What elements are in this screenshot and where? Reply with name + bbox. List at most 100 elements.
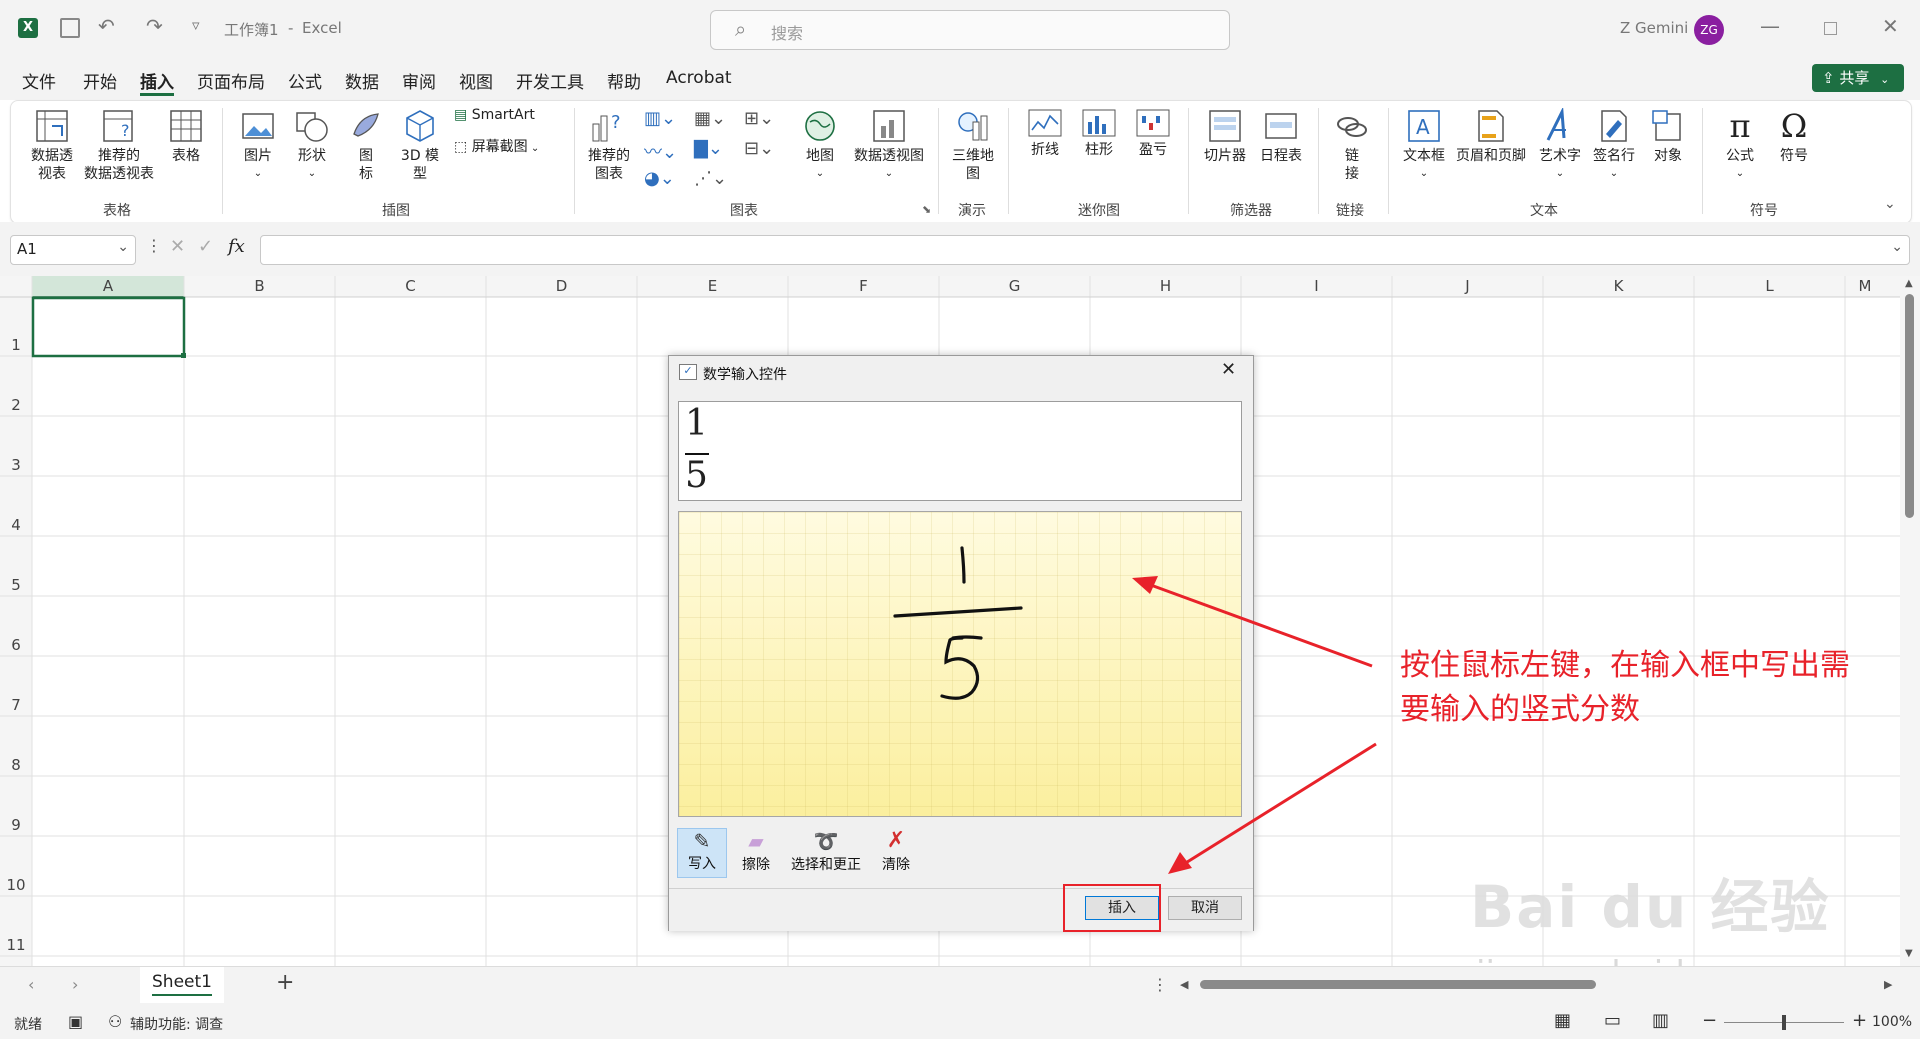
statistic-chart-icon[interactable]: ▇⌄ — [694, 138, 723, 159]
scroll-right-icon[interactable]: ▶ — [1884, 978, 1892, 991]
user-name[interactable]: Z Gemini — [1620, 19, 1688, 37]
select-correct-tool-button[interactable]: ➰ 选择和更正 — [784, 828, 868, 874]
formula-input[interactable]: ⌄ — [260, 235, 1910, 265]
zoom-out-icon[interactable]: − — [1702, 1010, 1717, 1031]
timeline-button[interactable]: 日程表 — [1254, 108, 1308, 165]
column-header[interactable]: I — [1241, 276, 1392, 297]
close-icon[interactable]: ✕ — [1221, 359, 1236, 380]
more-options-icon[interactable]: ⋮ — [146, 236, 162, 255]
scroll-left-icon[interactable]: ◀ — [1180, 978, 1188, 991]
page-break-view-icon[interactable]: ▥ — [1652, 1010, 1669, 1031]
hierarchy-chart-icon[interactable]: ▦⌄ — [694, 108, 726, 129]
row-header[interactable]: 9 — [0, 816, 32, 834]
pie-chart-icon[interactable]: ◕⌄ — [644, 168, 675, 189]
sparkline-winloss-button[interactable]: 盈亏 — [1130, 108, 1176, 159]
tab-acrobat[interactable]: Acrobat — [666, 68, 732, 88]
sheet-tab-sheet1[interactable]: Sheet1 — [140, 967, 224, 1003]
tab-data[interactable]: 数据 — [345, 68, 379, 93]
column-header[interactable]: F — [788, 276, 939, 297]
ribbon-collapse-icon[interactable]: ⌄ — [1884, 196, 1896, 212]
tab-formulas[interactable]: 公式 — [288, 68, 322, 93]
column-header[interactable]: L — [1694, 276, 1845, 297]
maps-button[interactable]: 地图 ⌄ — [796, 108, 844, 183]
insert-function-icon[interactable]: fx — [228, 236, 245, 257]
write-tool-button[interactable]: ✎ 写入 — [677, 828, 727, 878]
row-header[interactable]: 8 — [0, 756, 32, 774]
undo-icon[interactable]: ↶ — [98, 14, 115, 38]
scrollbar-thumb[interactable] — [1905, 294, 1914, 518]
icons-button[interactable]: 图 标 — [346, 108, 386, 183]
wordart-button[interactable]: 艺术字 ⌄ — [1534, 108, 1586, 183]
tab-home[interactable]: 开始 — [83, 68, 117, 93]
close-window-icon[interactable]: ✕ — [1882, 14, 1899, 38]
name-box[interactable]: A1 ⌄ — [10, 235, 136, 265]
sparkline-column-button[interactable]: 柱形 — [1076, 108, 1122, 159]
zoom-in-icon[interactable]: + — [1852, 1010, 1867, 1031]
tab-review[interactable]: 审阅 — [402, 68, 436, 93]
zoom-level[interactable]: 100% — [1872, 1014, 1912, 1030]
row-header[interactable]: 4 — [0, 516, 32, 534]
horizontal-scrollbar[interactable]: ◀ ▶ — [1180, 977, 1896, 993]
avatar[interactable]: ZG — [1694, 15, 1724, 45]
row-header[interactable]: 1 — [0, 336, 32, 354]
tab-page-layout[interactable]: 页面布局 — [197, 68, 265, 93]
3d-model-button[interactable]: 3D 模 型 — [396, 108, 444, 183]
tab-help[interactable]: 帮助 — [607, 68, 641, 93]
vertical-scrollbar[interactable]: ▲ ▼ — [1900, 276, 1920, 966]
redo-icon[interactable]: ↷ — [146, 14, 163, 38]
column-header[interactable]: K — [1543, 276, 1694, 297]
column-chart-icon[interactable]: ▥⌄ — [644, 108, 676, 129]
recommended-charts-button[interactable]: ? 推荐的 图表 — [584, 108, 634, 183]
tab-insert[interactable]: 插入 — [140, 68, 174, 93]
add-sheet-button[interactable]: + — [276, 970, 294, 995]
restore-icon[interactable] — [1824, 22, 1837, 35]
signature-line-button[interactable]: 签名行 ⌄ — [1588, 108, 1640, 183]
equation-button[interactable]: π 公式 ⌄ — [1714, 108, 1766, 183]
symbol-button[interactable]: Ω 符号 — [1768, 108, 1820, 165]
minimize-icon[interactable]: — — [1760, 14, 1780, 38]
share-button[interactable]: ⇪ 共享 ⌄ — [1812, 64, 1904, 92]
header-footer-button[interactable]: 页眉和页脚 — [1452, 108, 1530, 165]
column-header[interactable]: D — [486, 276, 637, 297]
smartart-button[interactable]: ▤ SmartArt — [454, 106, 564, 124]
line-chart-icon[interactable]: 〰⌄ — [644, 138, 677, 164]
scroll-down-icon[interactable]: ▼ — [1905, 948, 1913, 959]
row-header[interactable]: 10 — [0, 876, 32, 894]
column-header[interactable]: H — [1090, 276, 1241, 297]
more-options-icon[interactable]: ⋮ — [1152, 975, 1168, 994]
save-icon[interactable] — [60, 18, 80, 38]
zoom-slider[interactable] — [1724, 1015, 1844, 1030]
normal-view-icon[interactable]: ▦ — [1554, 1010, 1571, 1031]
table-button[interactable]: 表格 — [162, 108, 210, 165]
scatter-chart-icon[interactable]: ⋰⌄ — [694, 168, 727, 189]
column-header[interactable]: C — [335, 276, 486, 297]
pivot-table-button[interactable]: 数据透 视表 — [24, 108, 80, 183]
column-header[interactable]: E — [637, 276, 788, 297]
shapes-button[interactable]: 形状 ⌄ — [290, 108, 334, 183]
pictures-button[interactable]: 图片 ⌄ — [236, 108, 280, 183]
page-layout-view-icon[interactable]: ▭ — [1604, 1010, 1621, 1031]
tab-file[interactable]: 文件 — [22, 68, 56, 93]
waterfall-chart-icon[interactable]: ⊞⌄ — [744, 108, 774, 129]
slicer-button[interactable]: 切片器 — [1198, 108, 1252, 165]
column-header[interactable]: B — [184, 276, 335, 297]
pivot-chart-button[interactable]: 数据透视图 ⌄ — [848, 108, 930, 183]
customize-qat-icon[interactable]: ▿ — [192, 16, 200, 34]
textbox-button[interactable]: A 文本框 ⌄ — [1398, 108, 1450, 183]
column-header[interactable]: G — [939, 276, 1090, 297]
macro-record-icon[interactable]: ▣ — [68, 1012, 83, 1031]
next-sheet-icon[interactable]: › — [72, 975, 78, 994]
chart-dialog-launcher-icon[interactable]: ⬊ — [922, 203, 931, 216]
recommended-pivot-button[interactable]: ? 推荐的 数据透视表 — [80, 108, 158, 183]
row-header[interactable]: 3 — [0, 456, 32, 474]
cancel-button[interactable]: 取消 — [1168, 896, 1242, 920]
3d-map-button[interactable]: 三维地 图 — [948, 108, 998, 183]
handwriting-canvas[interactable] — [678, 511, 1242, 817]
confirm-edit-icon[interactable]: ✓ — [198, 236, 213, 257]
object-button[interactable]: 对象 — [1644, 108, 1692, 165]
column-header[interactable]: A — [32, 276, 184, 297]
column-header[interactable]: M — [1845, 276, 1885, 297]
zoom-slider-thumb[interactable] — [1782, 1015, 1786, 1030]
screenshot-button[interactable]: ⬚ 屏幕截图 ⌄ — [454, 138, 564, 158]
row-header[interactable]: 2 — [0, 396, 32, 414]
